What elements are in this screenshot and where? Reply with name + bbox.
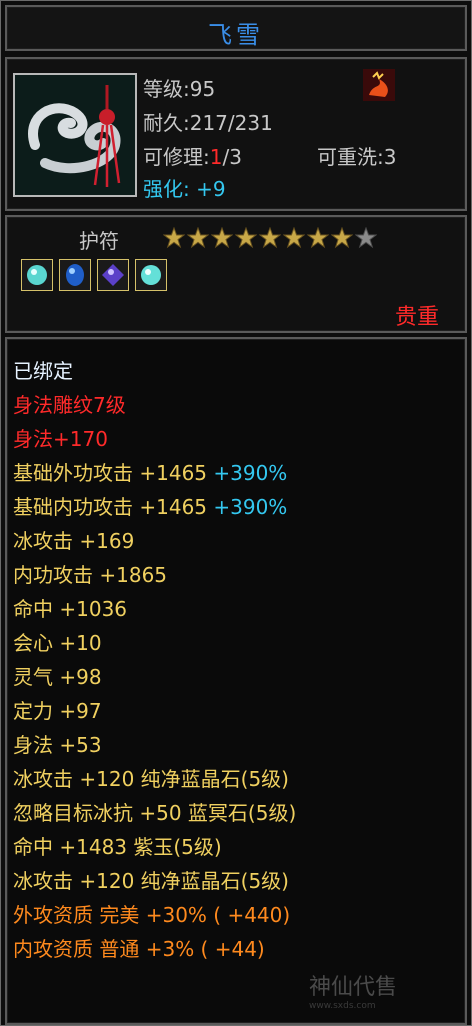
item-rewash: 可重洗:3 xyxy=(317,145,397,169)
attribute-text: 冰攻击 +120 纯净蓝晶石(5级) xyxy=(13,767,289,791)
star-filled-icon xyxy=(235,227,257,249)
repair-label: 可修理: xyxy=(143,145,210,169)
star-filled-icon xyxy=(259,227,281,249)
repair-total: /3 xyxy=(222,145,242,169)
star-filled-icon xyxy=(283,227,305,249)
attribute-text: 忽略目标冰抗 +50 蓝冥石(5级) xyxy=(13,801,297,825)
attribute-line: 冰攻击 +169 xyxy=(13,525,134,554)
item-portrait-icon xyxy=(13,73,137,197)
enhance-label: 强化: xyxy=(143,177,190,201)
star-filled-icon xyxy=(331,227,353,249)
attribute-text: 身法 +53 xyxy=(13,733,102,757)
attribute-bonus: +390% xyxy=(207,461,288,485)
amulet-label: 护符 xyxy=(79,229,119,253)
item-level: 等级:95 xyxy=(143,77,216,101)
attribute-line: 定力 +97 xyxy=(13,695,102,724)
item-enhance: 强化: +9 xyxy=(143,173,226,202)
star-empty-icon xyxy=(355,227,377,249)
attribute-bonus: +390% xyxy=(207,495,288,519)
attribute-text: 基础内功攻击 +1465 xyxy=(13,495,208,519)
attribute-line: 身法 +53 xyxy=(13,729,102,758)
star-filled-icon xyxy=(187,227,209,249)
attribute-line: 会心 +10 xyxy=(13,627,102,656)
attribute-line: 冰攻击 +120 纯净蓝晶石(5级) xyxy=(13,763,289,792)
cyan-gem-slot-icon[interactable] xyxy=(21,259,53,291)
attribute-text: 命中 +1483 紫玉(5级) xyxy=(13,835,222,859)
item-repair: 可修理:1/3 xyxy=(143,141,242,170)
attribute-line: 基础外功攻击 +1465 +390% xyxy=(13,457,287,486)
cyan-gem-slot-icon-2[interactable] xyxy=(135,259,167,291)
attribute-text: 身法+170 xyxy=(13,427,108,451)
attribute-line: 冰攻击 +120 纯净蓝晶石(5级) xyxy=(13,865,289,894)
enhance-value: +9 xyxy=(196,177,226,201)
attribute-text: 冰攻击 +120 纯净蓝晶石(5级) xyxy=(13,869,289,893)
watermark-url: www.sxds.com xyxy=(309,1001,376,1011)
attribute-text: 灵气 +98 xyxy=(13,665,102,689)
attribute-text: 冰攻击 +169 xyxy=(13,529,135,553)
purple-gem-slot-icon[interactable] xyxy=(97,259,129,291)
blue-gem-slot-icon[interactable] xyxy=(59,259,91,291)
attribute-line: 忽略目标冰抗 +50 蓝冥石(5级) xyxy=(13,797,296,826)
watermark: 神仙代售 www.sxds.com xyxy=(309,969,397,1011)
title-bar: 飞雪 xyxy=(5,5,467,51)
attribute-line: 外攻资质 完美 +30% ( +440) xyxy=(13,899,290,928)
rarity-label: 贵重 xyxy=(394,305,439,330)
amulet-box: 护符 贵重 xyxy=(5,215,467,333)
watermark-text: 神仙代售 xyxy=(309,975,398,1000)
attribute-line: 命中 +1483 紫玉(5级) xyxy=(13,831,222,860)
attribute-text: 已绑定 xyxy=(13,359,73,383)
attribute-line: 身法雕纹7级 xyxy=(13,389,126,418)
repair-used: 1 xyxy=(209,145,223,169)
attribute-text: 会心 +10 xyxy=(13,631,102,655)
star-filled-icon xyxy=(307,227,329,249)
attribute-line: 基础内功攻击 +1465 +390% xyxy=(13,491,287,520)
item-name: 飞雪 xyxy=(208,21,264,49)
attribute-text: 内攻资质 普通 +3% ( +44) xyxy=(13,937,265,961)
attribute-text: 定力 +97 xyxy=(13,699,102,723)
attribute-line: 身法+170 xyxy=(13,423,108,452)
attribute-line: 命中 +1036 xyxy=(13,593,127,622)
item-info-box: 等级:95 耐久:217/231 可修理:1/3 可重洗:3 强化: +9 xyxy=(5,57,467,211)
attribute-text: 基础外功攻击 +1465 xyxy=(13,461,208,485)
attribute-line: 内功攻击 +1865 xyxy=(13,559,167,588)
star-rating xyxy=(163,227,377,249)
attribute-line: 内攻资质 普通 +3% ( +44) xyxy=(13,933,265,962)
attribute-text: 外攻资质 完美 +30% ( +440) xyxy=(13,903,291,927)
star-filled-icon xyxy=(163,227,185,249)
star-filled-icon xyxy=(211,227,233,249)
dragon-emblem-icon xyxy=(363,69,395,101)
item-durability: 耐久:217/231 xyxy=(143,111,273,135)
attribute-line: 灵气 +98 xyxy=(13,661,102,690)
attribute-line: 已绑定 xyxy=(13,355,73,384)
attribute-list: 已绑定 身法雕纹7级 身法+170 基础外功攻击 +1465 +390% 基础内功攻击 … xyxy=(5,337,467,1025)
attribute-text: 身法雕纹7级 xyxy=(13,393,126,417)
attribute-text: 命中 +1036 xyxy=(13,597,128,621)
item-tooltip: 飞雪 等级:95 耐久:217/231 可修理:1/3 可重洗:3 强化: +9 xyxy=(0,0,472,1026)
attribute-text: 内功攻击 +1865 xyxy=(13,563,168,587)
